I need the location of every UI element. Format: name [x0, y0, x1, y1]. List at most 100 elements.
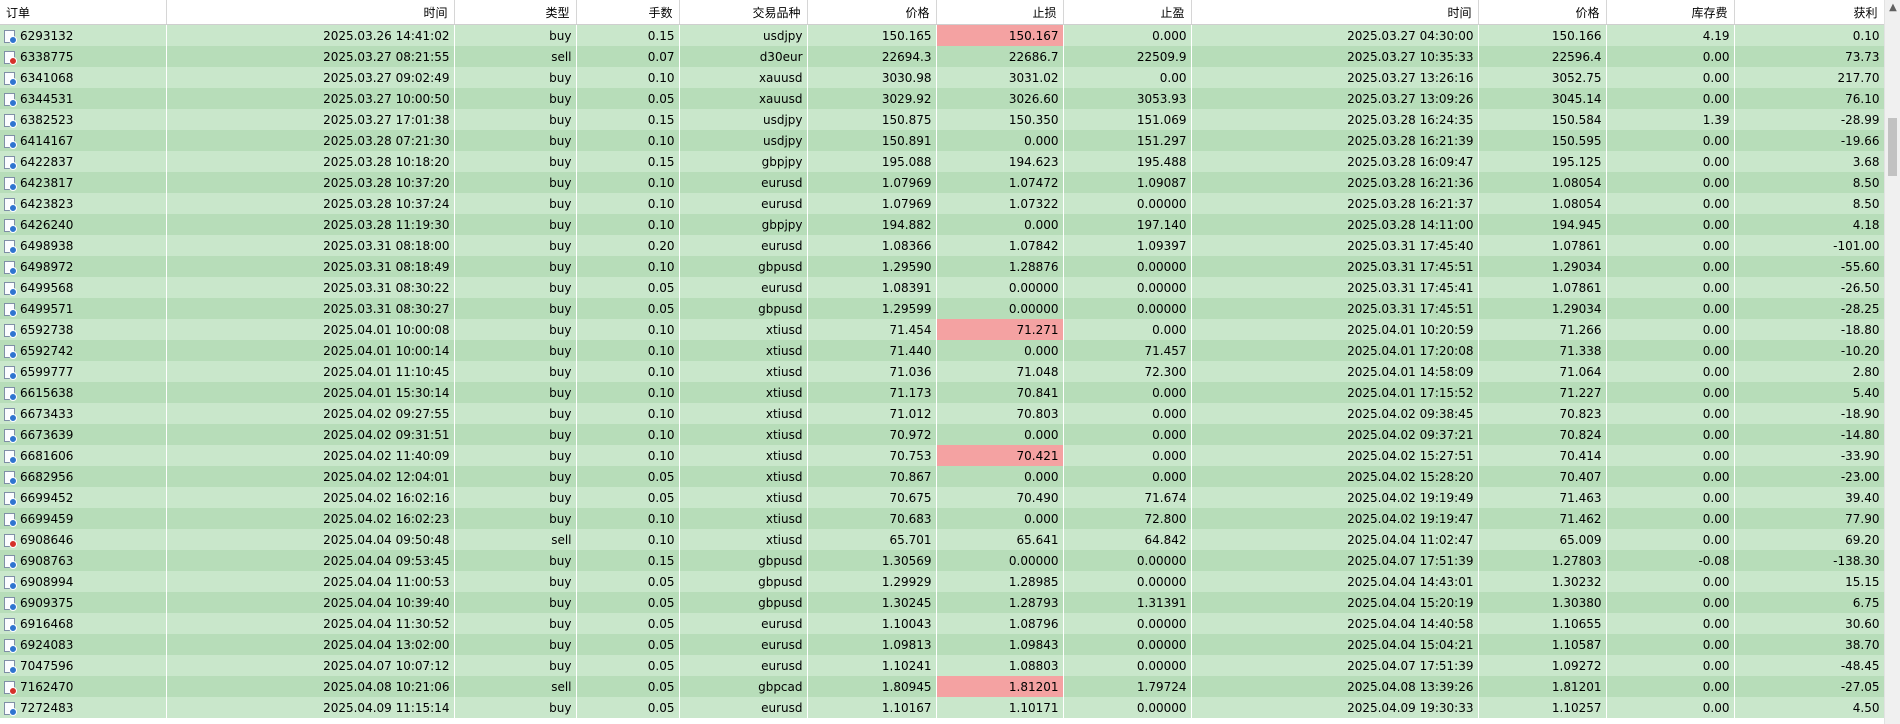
cell-volume: 0.10 — [576, 193, 680, 214]
table-row[interactable]: 6699452 2025.04.02 16:02:16 buy 0.05 xtiusd 7… — [0, 487, 1884, 508]
table-row[interactable]: 6338775 2025.03.27 08:21:55 sell 0.07 d30eur… — [0, 46, 1884, 67]
cell-swap: 0.00 — [1606, 613, 1735, 634]
cell-volume: 0.05 — [576, 298, 680, 319]
cell-swap: 0.00 — [1606, 403, 1735, 424]
table-row[interactable]: 6916468 2025.04.04 11:30:52 buy 0.05 eurusd 1… — [0, 613, 1884, 634]
table-row[interactable]: 6422837 2025.03.28 10:18:20 buy 0.15 gbpjpy 1… — [0, 151, 1884, 172]
column-header-swap[interactable]: 库存费 — [1606, 0, 1735, 25]
column-header-profit[interactable]: 获利 — [1734, 0, 1884, 25]
cell-open-time: 2025.04.04 09:50:48 — [166, 529, 455, 550]
cell-open-price: 71.036 — [807, 361, 937, 382]
table-row[interactable]: 6699459 2025.04.02 16:02:23 buy 0.10 xtiusd 7… — [0, 508, 1884, 529]
cell-close-time: 2025.04.04 14:43:01 — [1191, 571, 1479, 592]
table-row[interactable]: 6908994 2025.04.04 11:00:53 buy 0.05 gbpusd 1… — [0, 571, 1884, 592]
table-row[interactable]: 6498938 2025.03.31 08:18:00 buy 0.20 eurusd 1… — [0, 235, 1884, 256]
table-row[interactable]: 6414167 2025.03.28 07:21:30 buy 0.10 usdjpy 1… — [0, 130, 1884, 151]
cell-open-price: 1.30569 — [807, 550, 937, 571]
table-row[interactable]: 6908763 2025.04.04 09:53:45 buy 0.15 gbpusd 1… — [0, 550, 1884, 571]
order-buy-icon — [4, 344, 17, 359]
cell-close-time: 2025.04.07 17:51:39 — [1191, 655, 1479, 676]
cell-open-time: 2025.03.28 10:37:20 — [166, 172, 455, 193]
chevron-up-icon[interactable]: ▲ — [1885, 2, 1900, 13]
cell-open-price: 1.29929 — [807, 571, 937, 592]
table-row[interactable]: 6599777 2025.04.01 11:10:45 buy 0.10 xtiusd 7… — [0, 361, 1884, 382]
cell-close-price: 1.09272 — [1478, 655, 1607, 676]
cell-open-price: 70.683 — [807, 508, 937, 529]
cell-swap: 0.00 — [1606, 67, 1735, 88]
cell-open-price: 1.80945 — [807, 676, 937, 697]
cell-swap: 0.00 — [1606, 46, 1735, 67]
table-row[interactable]: 6498972 2025.03.31 08:18:49 buy 0.10 gbpusd 1… — [0, 256, 1884, 277]
column-header-open-price[interactable]: 价格 — [807, 0, 937, 25]
order-sell-icon — [4, 50, 17, 65]
column-header-close-time[interactable]: 时间 — [1191, 0, 1479, 25]
column-header-close-price[interactable]: 价格 — [1478, 0, 1607, 25]
table-row[interactable]: 6499571 2025.03.31 08:30:27 buy 0.05 gbpusd 1… — [0, 298, 1884, 319]
order-buy-icon — [4, 218, 17, 233]
table-row[interactable]: 7272483 2025.04.09 11:15:14 buy 0.05 eurusd 1… — [0, 697, 1884, 718]
cell-stop-loss: 1.10171 — [936, 697, 1064, 718]
cell-swap: 4.19 — [1606, 24, 1735, 46]
cell-open-price: 1.08366 — [807, 235, 937, 256]
column-header-stop-loss[interactable]: 止损 — [936, 0, 1064, 25]
cell-take-profit: 0.00 — [1063, 67, 1192, 88]
cell-type: buy — [454, 487, 577, 508]
cell-volume: 0.15 — [576, 550, 680, 571]
table-row[interactable]: 6592738 2025.04.01 10:00:08 buy 0.10 xtiusd 7… — [0, 319, 1884, 340]
cell-stop-loss: 1.07842 — [936, 235, 1064, 256]
cell-take-profit: 1.09087 — [1063, 172, 1192, 193]
cell-close-price: 1.27803 — [1478, 550, 1607, 571]
table-row[interactable]: 6682956 2025.04.02 12:04:01 buy 0.05 xtiusd 7… — [0, 466, 1884, 487]
order-id: 6592742 — [20, 343, 74, 358]
cell-order: 6592742 — [0, 340, 167, 361]
table-row[interactable]: 6924083 2025.04.04 13:02:00 buy 0.05 eurusd 1… — [0, 634, 1884, 655]
cell-volume: 0.10 — [576, 214, 680, 235]
table-row[interactable]: 6909375 2025.04.04 10:39:40 buy 0.05 gbpusd 1… — [0, 592, 1884, 613]
table-row[interactable]: 6592742 2025.04.01 10:00:14 buy 0.10 xtiusd 7… — [0, 340, 1884, 361]
cell-close-time: 2025.03.31 17:45:40 — [1191, 235, 1479, 256]
cell-close-price: 71.227 — [1478, 382, 1607, 403]
table-row[interactable]: 6908646 2025.04.04 09:50:48 sell 0.10 xtiusd… — [0, 529, 1884, 550]
cell-volume: 0.05 — [576, 655, 680, 676]
table-row[interactable]: 6344531 2025.03.27 10:00:50 buy 0.05 xauusd 3… — [0, 88, 1884, 109]
cell-open-price: 1.08391 — [807, 277, 937, 298]
table-row[interactable]: 6681606 2025.04.02 11:40:09 buy 0.10 xtiusd 7… — [0, 445, 1884, 466]
cell-take-profit: 0.000 — [1063, 382, 1192, 403]
table-row[interactable]: 6423817 2025.03.28 10:37:20 buy 0.10 eurusd 1… — [0, 172, 1884, 193]
table-row[interactable]: 7162470 2025.04.08 10:21:06 sell 0.05 gbpcad… — [0, 676, 1884, 697]
cell-swap: 0.00 — [1606, 466, 1735, 487]
cell-close-time: 2025.04.02 19:19:49 — [1191, 487, 1479, 508]
cell-stop-loss: 1.28793 — [936, 592, 1064, 613]
column-header-take-profit[interactable]: 止盈 — [1063, 0, 1192, 25]
table-row[interactable]: 6673639 2025.04.02 09:31:51 buy 0.10 xtiusd 7… — [0, 424, 1884, 445]
column-header-volume[interactable]: 手数 — [576, 0, 680, 25]
table-row[interactable]: 6499568 2025.03.31 08:30:22 buy 0.05 eurusd 1… — [0, 277, 1884, 298]
column-header-open-time-label: 时间 — [423, 5, 448, 20]
cell-symbol: xtiusd — [679, 466, 808, 487]
column-header-type[interactable]: 类型 — [454, 0, 577, 25]
table-row[interactable]: 6423823 2025.03.28 10:37:24 buy 0.10 eurusd 1… — [0, 193, 1884, 214]
vertical-scrollbar[interactable]: ▲ — [1884, 0, 1900, 724]
cell-close-time: 2025.04.04 11:02:47 — [1191, 529, 1479, 550]
column-header-symbol[interactable]: 交易品种 — [679, 0, 808, 25]
column-header-order[interactable]: 订单 — [0, 0, 167, 25]
cell-swap: 0.00 — [1606, 319, 1735, 340]
table-row[interactable]: 6382523 2025.03.27 17:01:38 buy 0.15 usdjpy 1… — [0, 109, 1884, 130]
scrollbar-thumb[interactable] — [1888, 118, 1897, 176]
cell-open-price: 1.09813 — [807, 634, 937, 655]
table-row[interactable]: 6426240 2025.03.28 11:19:30 buy 0.10 gbpjpy 1… — [0, 214, 1884, 235]
table-row[interactable]: 6293132 2025.03.26 14:41:02 buy 0.15 usdjpy 1… — [0, 24, 1884, 46]
cell-close-price: 1.08054 — [1478, 172, 1607, 193]
cell-open-price: 22694.3 — [807, 46, 937, 67]
table-row[interactable]: 6615638 2025.04.01 15:30:14 buy 0.10 xtiusd 7… — [0, 382, 1884, 403]
table-row[interactable]: 7047596 2025.04.07 10:07:12 buy 0.05 eurusd 1… — [0, 655, 1884, 676]
order-buy-icon — [4, 176, 17, 191]
cell-profit: -10.20 — [1734, 340, 1884, 361]
cell-order: 6909375 — [0, 592, 167, 613]
column-header-open-time[interactable]: 时间 / — [166, 0, 455, 25]
order-id: 6924083 — [20, 637, 74, 652]
table-row[interactable]: 6341068 2025.03.27 09:02:49 buy 0.10 xauusd 3… — [0, 67, 1884, 88]
cell-order: 6916468 — [0, 613, 167, 634]
cell-order: 6682956 — [0, 466, 167, 487]
table-row[interactable]: 6673433 2025.04.02 09:27:55 buy 0.10 xtiusd 7… — [0, 403, 1884, 424]
